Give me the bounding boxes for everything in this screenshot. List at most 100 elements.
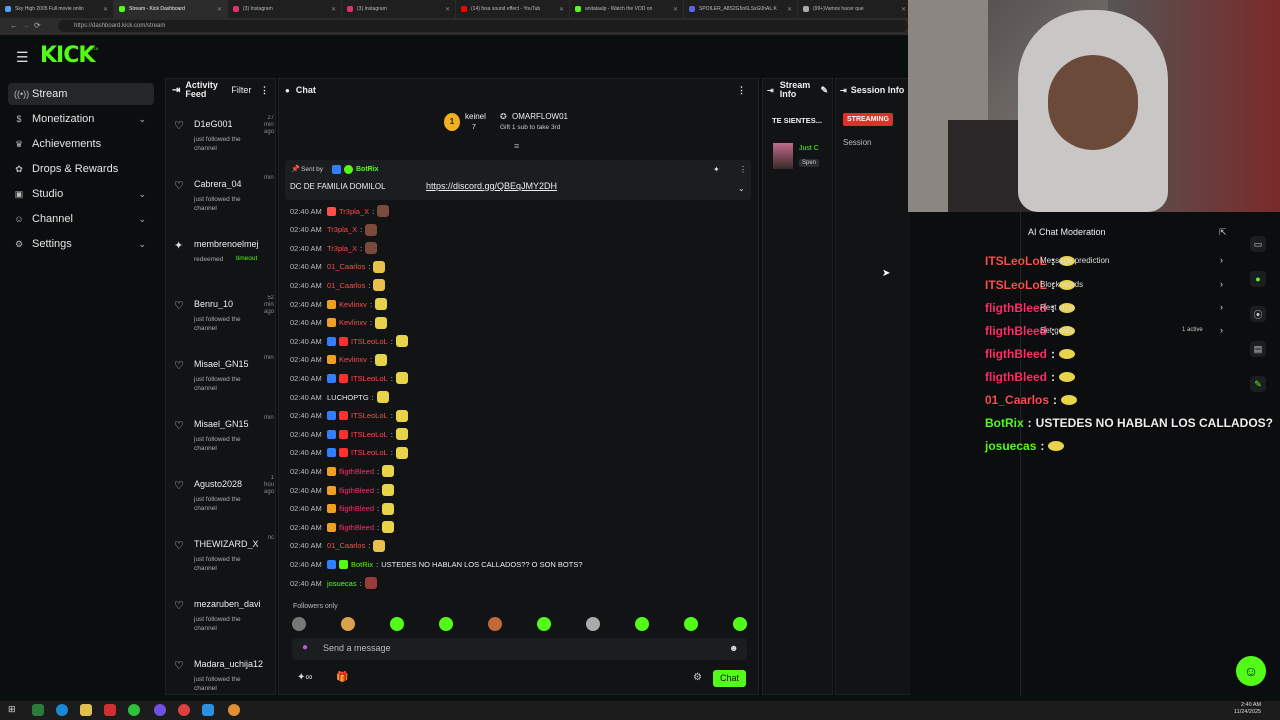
taskbar-app-4-icon[interactable] [104,704,116,716]
chat-settings-icon[interactable]: ⚙ [693,672,702,683]
emoji-icon[interactable]: ☻ [729,643,738,653]
message-username[interactable]: 01_Caarlos [327,541,365,550]
emote-icon[interactable] [292,617,306,631]
obs-icon[interactable] [154,704,166,716]
chat-input-box[interactable]: ● Send a message ☻ [292,638,747,660]
chat-tool-icon[interactable]: ● [1250,271,1266,287]
chat-options-icon[interactable]: ⋮ [737,85,746,96]
emote-icon[interactable] [390,617,404,631]
chevron-right-icon[interactable]: › [1220,302,1223,312]
forward-icon[interactable]: → [22,21,30,30]
message-username[interactable]: BotRix [351,560,373,569]
points-icon[interactable]: ✦∞ [297,672,313,683]
message-username[interactable]: Kevlinxv [339,355,367,364]
activity-username[interactable]: Madara_uchija12 [194,659,266,669]
browser-tab[interactable]: SPOILER_A8S2G5n6LSxG0hAL.K ✕ [684,0,798,18]
browser-icon[interactable] [56,704,68,716]
sidebar-item-monetization[interactable]: $ Monetization ⌄ [8,108,154,130]
overlay-menu-item[interactable]: Set goals [1040,326,1073,335]
message-username[interactable]: fligthBleed [339,523,374,532]
chat-send-button[interactable]: Chat [713,670,746,687]
taskbar-app-1-icon[interactable] [32,704,44,716]
browser-tab[interactable]: Stream - Kick Dashboard ✕ [114,0,228,18]
chevron-down-icon[interactable]: ⌄ [138,114,146,125]
sub-gift-banner[interactable]: 1 keinel 7 ✪ OMARFLOW01 Gift 1 sub to ta… [444,111,614,137]
menu-icon[interactable]: ☰ [16,49,29,66]
close-tab-icon[interactable]: ✕ [103,6,108,13]
sidebar-item-stream[interactable]: ((•)) Stream [8,83,154,105]
close-tab-icon[interactable]: ✕ [901,6,906,13]
message-username[interactable]: 01_Caarlos [327,281,365,290]
activity-username[interactable]: D1eG001 [194,119,266,129]
message-username[interactable]: LUCHOPTG [327,393,369,402]
chevron-down-icon[interactable]: ⌄ [138,214,146,225]
sidebar-item-achievements[interactable]: ♛ Achievements [8,133,154,155]
activity-username[interactable]: membrenoelmej [194,239,266,249]
category-name[interactable]: Just C [799,145,819,152]
category-tag[interactable]: Spen [799,159,820,167]
spotify-icon[interactable] [128,704,140,716]
layout-tool-icon[interactable]: ▤ [1250,341,1266,357]
activity-username[interactable]: mezaruben_davi [194,599,266,609]
message-username[interactable]: fligthBleed [339,504,374,513]
close-tab-icon[interactable]: ✕ [217,6,222,13]
more-options-icon[interactable]: ⋮ [260,85,269,96]
emote-icon[interactable] [733,617,747,631]
close-tab-icon[interactable]: ✕ [787,6,792,13]
message-username[interactable]: Kevlinxv [339,318,367,327]
sidebar-item-channel[interactable]: ☺ Channel ⌄ [8,208,154,230]
collapse-icon[interactable]: ⇥ [840,86,847,95]
overlay-menu-item[interactable]: Block words [1040,280,1083,289]
emote-icon[interactable] [635,617,649,631]
external-link-icon[interactable]: ⇱ [1219,227,1227,238]
sidebar-item-drops-rewards[interactable]: ✿ Drops & Rewards [8,158,154,180]
browser-tab[interactable]: Sky High 2005 Full movie onlin ✕ [0,0,114,18]
back-icon[interactable]: ← [10,21,18,30]
sidebar-item-studio[interactable]: ▣ Studio ⌄ [8,183,154,205]
browser-tab[interactable]: anitalaulp - Watch the VOD on ✕ [570,0,684,18]
browser-tab[interactable]: (14) fssa sound effect - YouTub ✕ [456,0,570,18]
expand-banner-icon[interactable]: ≡ [514,141,519,151]
reload-icon[interactable]: ⟳ [34,21,41,30]
message-username[interactable]: fligthBleed [339,486,374,495]
sidebar-item-settings[interactable]: ⚙ Settings ⌄ [8,233,154,255]
chrome-icon[interactable] [178,704,190,716]
emote-icon[interactable] [586,617,600,631]
chevron-right-icon[interactable]: › [1220,255,1223,265]
browser-tab[interactable]: (3) Instagram ✕ [342,0,456,18]
emote-icon[interactable] [684,617,698,631]
address-bar[interactable]: https://dashboard.kick.com/stream [58,20,908,32]
message-username[interactable]: Tr3pla_X [327,244,357,253]
message-username[interactable]: Tr3pla_X [339,207,369,216]
activity-username[interactable]: Misael_GN15 [194,359,266,369]
emote-icon[interactable] [537,617,551,631]
activity-username[interactable]: Misael_GN15 [194,419,266,429]
support-chat-icon[interactable]: ☺ [1236,656,1266,686]
overlay-menu-item[interactable]: Rest chat [1040,303,1074,312]
overlay-menu-item[interactable]: Message prediction [1040,256,1109,265]
message-username[interactable]: josuecas [327,579,357,588]
taskbar-app-8-icon[interactable] [202,704,214,716]
chevron-down-icon[interactable]: ⌄ [138,239,146,250]
pin-options-icon[interactable]: ⋮ [739,165,747,174]
close-tab-icon[interactable]: ✕ [559,6,564,13]
message-username[interactable]: Kevlinxv [339,300,367,309]
activity-username[interactable]: Benru_10 [194,299,266,309]
discord-link[interactable]: https://discord.gg/QBEqJMY2DH [426,181,557,191]
taskbar-app-9-icon[interactable] [228,704,240,716]
message-username[interactable]: 01_Caarlos [327,262,365,271]
chevron-right-icon[interactable]: › [1220,279,1223,289]
windows-start-icon[interactable]: ⊞ [8,704,16,715]
close-tab-icon[interactable]: ✕ [445,6,450,13]
message-username[interactable]: ITSLeoLoL [351,337,388,346]
browser-tab[interactable]: (3) Instagram ✕ [228,0,342,18]
pinned-message[interactable]: 📌 Sent by BotRix DC DE FAMILIA DOMILOL h… [285,160,751,200]
unpin-icon[interactable]: ✦ [713,165,720,174]
folder-icon[interactable] [80,704,92,716]
chat-input-placeholder[interactable]: Send a message [323,643,391,653]
message-username[interactable]: ITSLeoLoL [351,374,388,383]
close-tab-icon[interactable]: ✕ [331,6,336,13]
emote-icon[interactable] [341,617,355,631]
mic-icon[interactable]: ● [302,642,308,653]
kick-logo[interactable]: KICK [40,43,95,68]
